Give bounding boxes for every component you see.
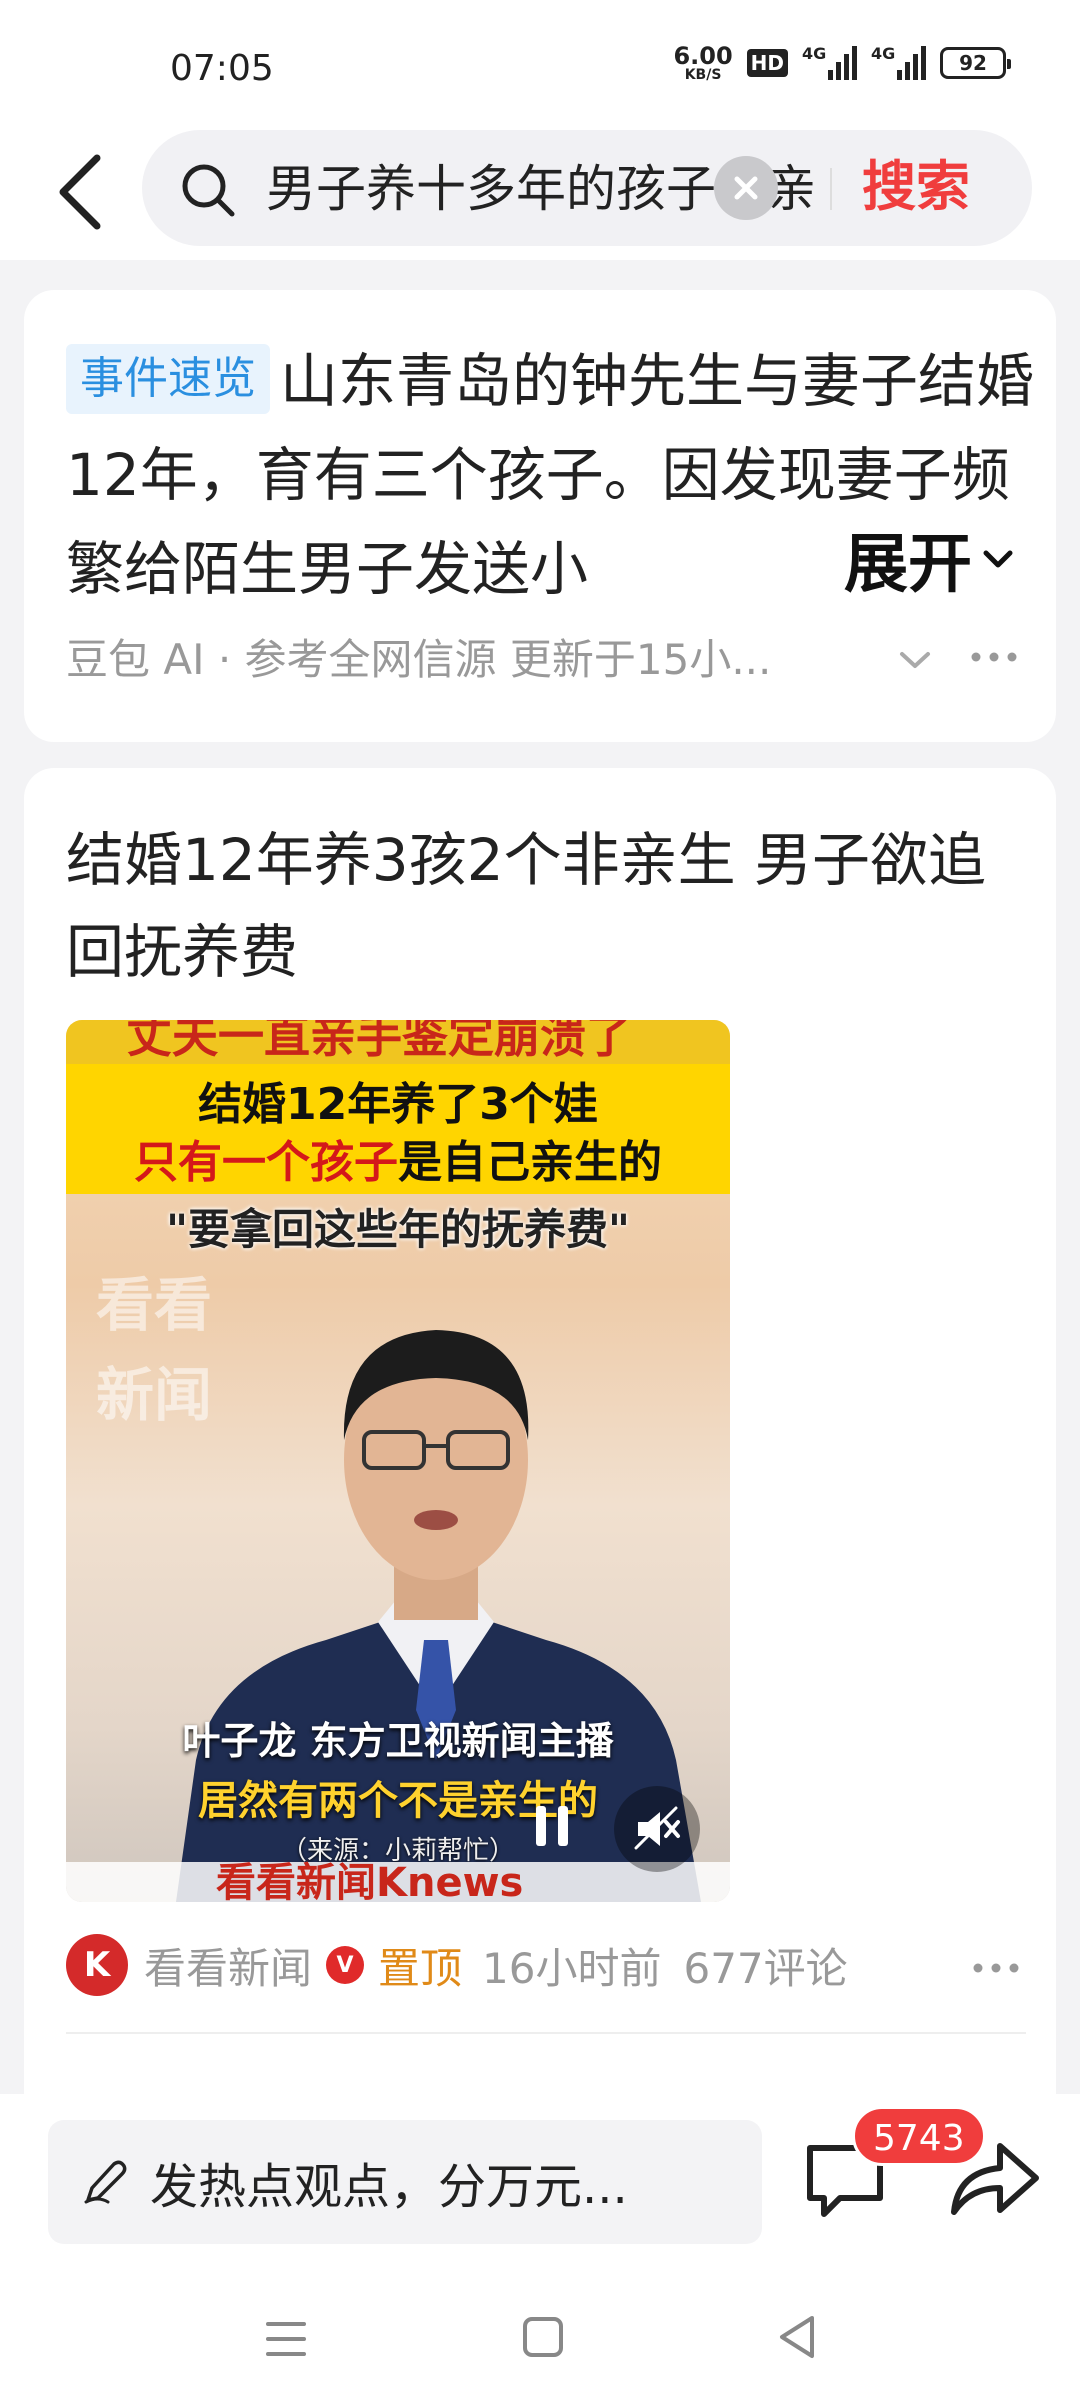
article-card[interactable]: 结婚12年养3孩2个非亲生 男子欲追回抚养费 丈夫一直亲手鉴定崩溃了 结婚12年… bbox=[24, 768, 1056, 2108]
divider bbox=[66, 2032, 1026, 2034]
video-headline-1: 结婚12年养了3个娃 bbox=[198, 1079, 598, 1130]
article-title[interactable]: 结婚12年养3孩2个非亲生 男子欲追回抚养费 bbox=[66, 814, 1026, 998]
pinned-label: 置顶 bbox=[378, 1943, 463, 1993]
more-options-icon[interactable] bbox=[966, 1948, 1026, 1988]
speaker-muted-icon bbox=[634, 1806, 680, 1850]
more-options-icon[interactable] bbox=[964, 632, 1024, 682]
status-time: 07:05 bbox=[170, 48, 274, 89]
signal-label: 4G bbox=[802, 44, 827, 63]
close-icon bbox=[734, 176, 758, 200]
divider bbox=[830, 168, 832, 210]
video-headline-2: 只有一个孩子是自己亲生的 bbox=[66, 1126, 730, 1190]
back-button[interactable] bbox=[40, 142, 120, 242]
article-meta: K 看看新闻 V 置顶 16小时前 677评论 bbox=[66, 1932, 1026, 1998]
status-icons: 6.00 KB/S HD 4G 4G 92 bbox=[673, 44, 1011, 82]
video-brand-text: 看看新闻Knews bbox=[216, 1860, 524, 1902]
mute-button[interactable] bbox=[614, 1786, 700, 1872]
expand-button[interactable]: 展开 bbox=[784, 512, 1016, 606]
pause-icon[interactable] bbox=[522, 1796, 582, 1856]
chevron-down-icon bbox=[983, 550, 1013, 568]
clear-search-button[interactable] bbox=[714, 156, 778, 220]
video-headline-2-rest: 是自己亲生的 bbox=[398, 1137, 662, 1188]
comment-placeholder: 发热点观点，分万元... bbox=[150, 2159, 628, 2215]
bottom-bar: 发热点观点，分万元... 5743 bbox=[0, 2094, 1080, 2400]
search-icon bbox=[182, 164, 235, 217]
search-box[interactable]: 男子养十多年的孩子非亲生 搜索 bbox=[142, 130, 1032, 246]
hd-voice-icon: HD bbox=[746, 49, 788, 77]
event-meta: 豆包 AI · 参考全网信源 更新于15小... bbox=[66, 635, 772, 684]
source-name[interactable]: 看看新闻 bbox=[144, 1935, 312, 1996]
status-bar: 07:05 6.00 KB/S HD 4G 4G 92 bbox=[0, 0, 1080, 130]
network-speed-unit: KB/S bbox=[684, 67, 722, 83]
network-speed: 6.00 KB/S bbox=[673, 44, 732, 82]
signal-icon: 4G bbox=[802, 44, 857, 80]
search-header: 男子养十多年的孩子非亲生 搜索 bbox=[0, 130, 1080, 260]
expand-label: 展开 bbox=[844, 528, 972, 602]
comment-count: 677评论 bbox=[683, 1943, 848, 1993]
video-banner-text: 丈夫一直亲手鉴定崩溃了 bbox=[126, 1020, 632, 1063]
event-summary-card[interactable]: 事件速览 山东青岛的钟先生与妻子结婚12年，育有三个孩子。因发现妻子频繁给陌生男子… bbox=[24, 290, 1056, 742]
network-speed-value: 6.00 bbox=[673, 42, 733, 70]
chevron-left-icon bbox=[59, 154, 101, 230]
video-headline-2-red: 只有一个孩子 bbox=[134, 1137, 398, 1188]
source-logo[interactable]: K bbox=[66, 1934, 128, 1996]
search-button[interactable]: 搜索 bbox=[862, 152, 970, 222]
video-player[interactable]: 丈夫一直亲手鉴定崩溃了 结婚12年养了3个娃 只有一个孩子是自己亲生的 "要拿回… bbox=[66, 1020, 730, 1902]
video-caption-name: 叶子龙 东方卫视新闻主播 bbox=[182, 1719, 614, 1763]
event-tag: 事件速览 bbox=[66, 344, 270, 414]
chevron-down-icon[interactable] bbox=[890, 640, 940, 680]
signal-label-2: 4G bbox=[871, 44, 896, 63]
comment-input[interactable]: 发热点观点，分万元... bbox=[48, 2120, 762, 2244]
verified-icon: V bbox=[326, 1946, 365, 1984]
publish-time: 16小时前 bbox=[482, 1943, 662, 1993]
share-icon[interactable] bbox=[946, 2132, 1042, 2222]
pen-icon bbox=[84, 2160, 127, 2204]
battery-icon: 92 bbox=[940, 47, 1011, 79]
back-triangle-icon[interactable] bbox=[774, 2312, 820, 2362]
home-icon[interactable] bbox=[520, 2314, 566, 2360]
signal-icon-2: 4G bbox=[871, 44, 926, 80]
recent-apps-icon[interactable] bbox=[262, 2314, 310, 2364]
system-nav-bar bbox=[0, 2294, 1080, 2384]
